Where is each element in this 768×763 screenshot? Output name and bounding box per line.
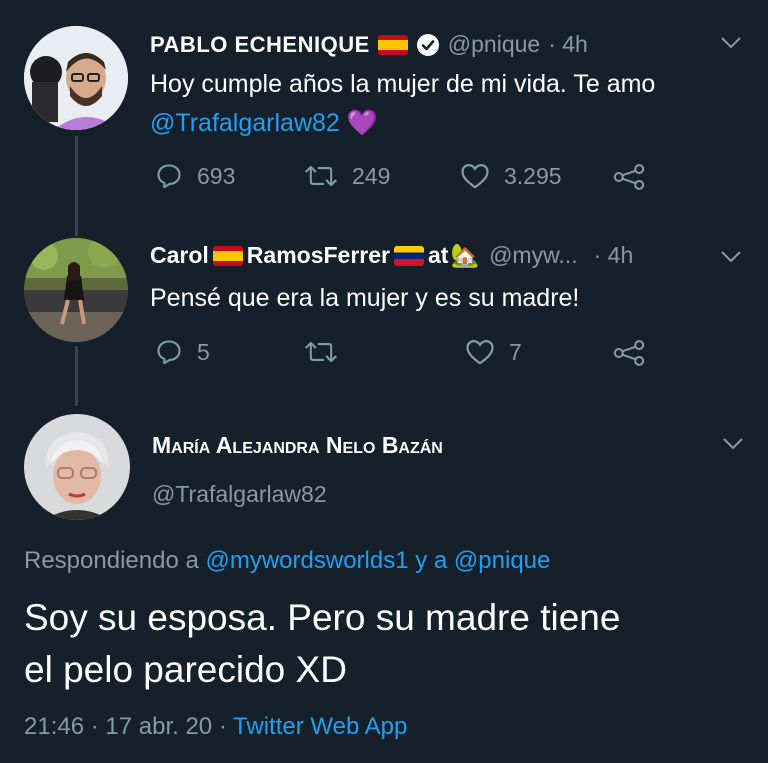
replying-to-prefix: Respondiendo a bbox=[24, 547, 199, 574]
tweet1-text: Hoy cumple años la mujer de mi vida. Te … bbox=[150, 66, 750, 141]
retweet-icon bbox=[305, 341, 337, 363]
tweet2-retweet-button[interactable] bbox=[304, 338, 352, 366]
tweet3-text: Soy su esposa. Pero su madre tiene el pe… bbox=[24, 592, 754, 696]
tweet2-chevron-down-icon[interactable] bbox=[720, 250, 742, 269]
tweet1-header: PABLO ECHENIQUE @pnique · 4h bbox=[150, 31, 588, 58]
reply-icon bbox=[157, 340, 181, 365]
avatar-image bbox=[24, 26, 128, 130]
tweet2-like-button[interactable]: 7 bbox=[465, 338, 522, 366]
tweet2-header: Carol RamosFerrer at 🏡 @myw... · 4h bbox=[150, 242, 633, 269]
house-emoji-icon: 🏡 bbox=[450, 242, 480, 268]
reply-to-mention-2[interactable]: @pnique bbox=[454, 547, 550, 574]
tweet1-like-count: 3.295 bbox=[504, 162, 562, 189]
tweet2-handle[interactable]: @myw... bbox=[489, 242, 578, 269]
tweet3-chevron-down-icon[interactable] bbox=[722, 437, 744, 456]
heart-icon bbox=[466, 339, 494, 365]
reply-connector: y a bbox=[415, 547, 448, 574]
reply-to-mention-1[interactable]: @mywordsworlds1 bbox=[205, 547, 408, 574]
thread-line-2 bbox=[75, 346, 78, 406]
thread-line-1 bbox=[75, 136, 78, 236]
tweet2-text: Pensé que era la mujer y es su madre! bbox=[150, 284, 580, 312]
avatar-image bbox=[24, 414, 130, 520]
tweet2-author-name-part2[interactable]: RamosFerrer bbox=[247, 242, 390, 269]
tweet1-retweet-count: 249 bbox=[352, 162, 391, 189]
tweet2-author-name-part1[interactable]: Carol bbox=[150, 242, 209, 269]
avatar-carol[interactable] bbox=[24, 238, 128, 342]
tweet1-text-line1: Hoy cumple años la mujer de mi vida. Te … bbox=[150, 70, 656, 98]
verified-badge-icon bbox=[416, 33, 440, 57]
share-icon bbox=[613, 340, 645, 366]
spain-flag-icon bbox=[212, 245, 243, 266]
tweet3-text-line1: Soy su esposa. Pero su madre tiene bbox=[24, 597, 621, 638]
tweet2-reply-button[interactable]: 5 bbox=[155, 338, 210, 366]
tweet1-author-name[interactable]: PABLO ECHENIQUE bbox=[150, 32, 370, 58]
tweet1-reply-button[interactable]: 693 bbox=[155, 162, 235, 190]
tweet1-mention-link[interactable]: @Trafalgarlaw82 bbox=[150, 109, 340, 137]
tweet3-text-line2: el pelo parecido XD bbox=[24, 649, 347, 690]
tweet2-like-count: 7 bbox=[509, 338, 522, 365]
tweet1-share-button[interactable] bbox=[612, 163, 646, 191]
avatar-image bbox=[24, 238, 128, 342]
tweet1-chevron-down-icon[interactable] bbox=[720, 36, 742, 55]
tweet3-handle[interactable]: @Trafalgarlaw82 bbox=[152, 481, 327, 508]
share-icon bbox=[613, 164, 645, 190]
spain-flag-icon bbox=[377, 34, 408, 55]
retweet-icon bbox=[305, 165, 337, 187]
replying-to-line: Respondiendo a @mywordsworlds1 y a @pniq… bbox=[24, 547, 550, 575]
heart-icon bbox=[461, 163, 489, 189]
tweet2-reply-count: 5 bbox=[197, 338, 210, 365]
tweet3-timestamp-line: 21:46 · 17 abr. 20 · Twitter Web App bbox=[24, 713, 407, 741]
tweet2-author-name-part3[interactable]: at bbox=[428, 242, 448, 269]
reply-icon bbox=[157, 164, 181, 189]
tweet3-author-name[interactable]: María Alejandra Nelo Bazán bbox=[152, 432, 443, 459]
tweet1-retweet-button[interactable]: 249 bbox=[304, 162, 390, 190]
tweet1-reply-count: 693 bbox=[197, 162, 236, 189]
tweet3-source-link[interactable]: Twitter Web App bbox=[233, 713, 407, 740]
tweet1-time[interactable]: · 4h bbox=[548, 31, 588, 58]
tweet1-handle[interactable]: @pnique bbox=[448, 31, 540, 58]
venezuela-flag-icon bbox=[393, 245, 424, 266]
tweet1-like-button[interactable]: 3.295 bbox=[460, 162, 562, 190]
avatar-pablo[interactable] bbox=[24, 26, 128, 130]
tweet2-share-button[interactable] bbox=[612, 339, 646, 367]
purple-heart-emoji: 💜 bbox=[346, 109, 378, 137]
tweet2-time[interactable]: · 4h bbox=[594, 242, 634, 269]
avatar-maria[interactable] bbox=[24, 414, 130, 520]
tweet3-timestamp[interactable]: 21:46 · 17 abr. 20 · bbox=[24, 713, 227, 740]
